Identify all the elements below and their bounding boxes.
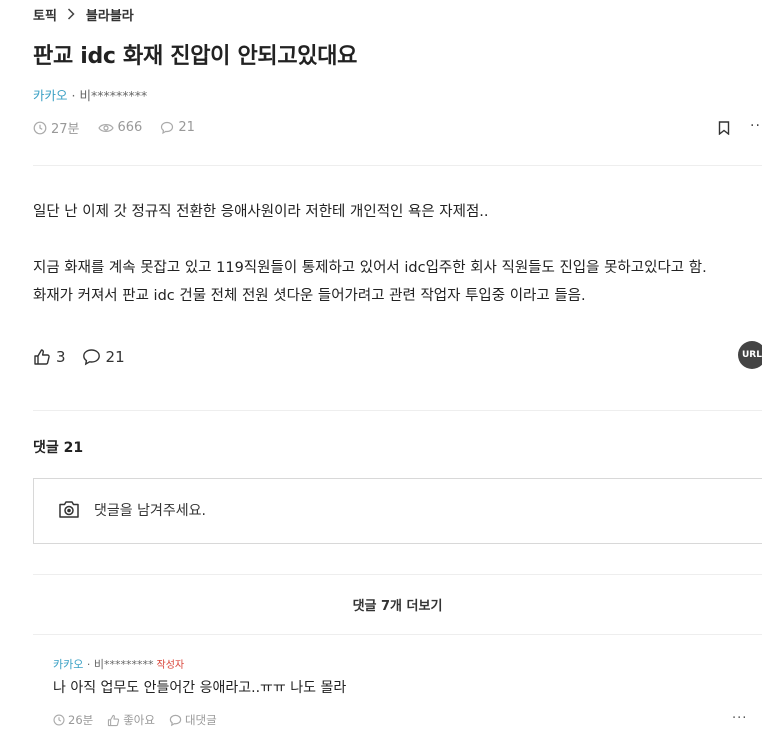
chevron-right-icon (67, 7, 77, 21)
eye-icon (97, 123, 114, 132)
post-body-line: 화재가 커져서 판교 idc 건물 전체 전원 셧다운 들어가려고 관련 작업자… (33, 288, 586, 304)
author-name: 비********* (79, 88, 148, 103)
breadcrumb: 토픽 블라블라 (33, 5, 134, 24)
divider (33, 165, 762, 166)
comment-time: 26분 (53, 712, 93, 728)
comment-reply-button[interactable]: 대댓글 (169, 712, 217, 728)
thumbs-up-icon (108, 714, 120, 726)
comment-more-options-button[interactable]: ··· (732, 711, 747, 726)
comment-meta: 26분 좋아요 대댓글 (53, 712, 231, 728)
comment-input-box[interactable] (33, 478, 762, 544)
writer-badge: 작성자 (156, 660, 185, 671)
comment-icon (82, 349, 100, 366)
bookmark-icon[interactable] (718, 120, 730, 139)
like-button[interactable]: 3 (33, 348, 66, 366)
load-more-comments-button[interactable]: 댓글 7개 더보기 (33, 595, 762, 614)
comment-author-name: 비********* (93, 658, 154, 671)
post-views: 666 (97, 120, 142, 135)
comment-author: 카카오 · 비********* 작성자 (53, 656, 184, 672)
post-title: 판교 idc 화재 진압이 안되고있대요 (33, 44, 358, 69)
post-reactions: 3 21 (33, 348, 141, 366)
post-body-line: 일단 난 이제 갓 정규직 전환한 응애사원이라 저한테 개인적인 욕은 자제점… (33, 204, 489, 220)
clock-icon (33, 121, 47, 134)
divider (33, 410, 762, 411)
comment-author-company[interactable]: 카카오 (53, 658, 83, 671)
comment-author-separator: · (83, 658, 94, 671)
post-comment-count: 21 (160, 120, 195, 135)
breadcrumb-topic[interactable]: 토픽 (33, 5, 57, 24)
comment-icon (161, 121, 174, 134)
post-meta: 27분 666 21 (33, 118, 213, 137)
copy-url-button[interactable]: URL (738, 341, 762, 369)
post-body: 일단 난 이제 갓 정규직 전환한 응애사원이라 저한테 개인적인 욕은 자제점… (33, 198, 707, 310)
comment-icon (169, 714, 182, 726)
author-separator: · (67, 88, 80, 103)
post-author: 카카오 · 비********* (33, 85, 147, 104)
post-time: 27분 (33, 118, 80, 137)
reply-button[interactable]: 21 (82, 348, 125, 366)
thumbs-up-icon (34, 349, 50, 365)
comment-like-button[interactable]: 좋아요 (107, 712, 155, 728)
comments-header: 댓글 21 (33, 440, 84, 456)
post-body-line: 지금 화재를 계속 못잡고 있고 119직원들이 통제하고 있어서 idc입주한… (33, 260, 707, 276)
more-options-button[interactable]: ·· (750, 118, 761, 134)
author-company[interactable]: 카카오 (33, 88, 68, 103)
comment-text: 나 아직 업무도 안들어간 응애라고..ㅠㅠ 나도 몰라 (53, 680, 347, 696)
breadcrumb-board[interactable]: 블라블라 (86, 5, 134, 24)
divider (33, 574, 762, 575)
comment-input[interactable] (94, 503, 694, 519)
clock-icon (53, 714, 65, 726)
camera-icon[interactable] (58, 499, 80, 523)
divider (33, 634, 762, 635)
